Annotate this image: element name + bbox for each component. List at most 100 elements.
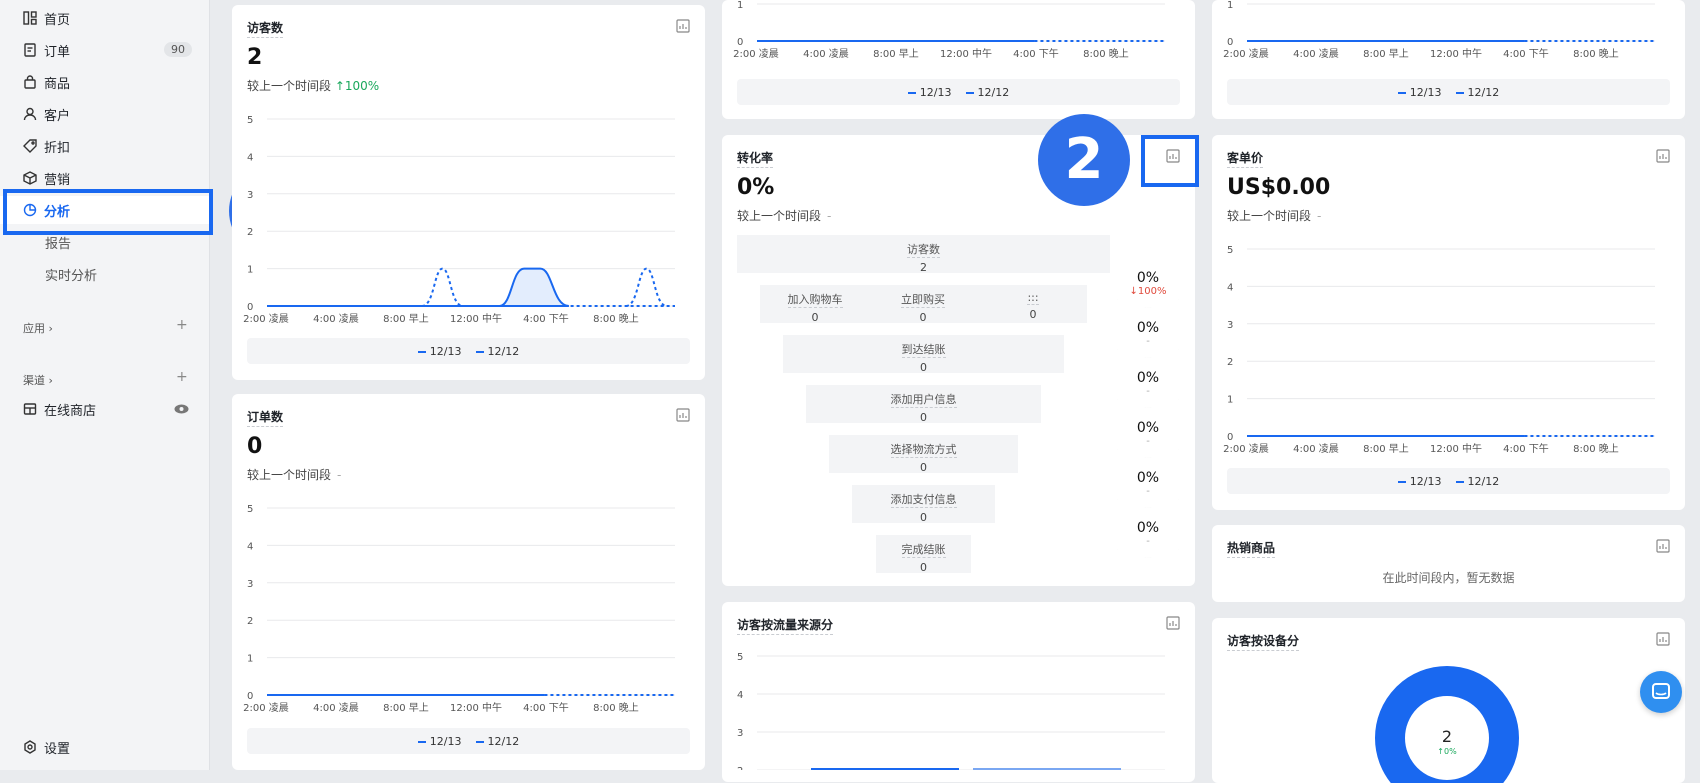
sidebar-item-realtime[interactable]: 实时分析 <box>0 260 210 288</box>
x-tick-label: 2:00 凌晨 <box>1223 47 1269 60</box>
legend-entry[interactable]: 12/12 <box>1456 475 1500 488</box>
x-tick-label: 2:00 凌晨 <box>733 47 779 60</box>
legend-entry[interactable]: 12/13 <box>908 86 952 99</box>
y-tick-label: 0 <box>247 302 253 313</box>
sidebar-item-online-store[interactable]: 在线商店 <box>0 395 210 423</box>
sidebar: 首页 订单 90 商品 客户 折扣 营销 分析 报告 实时分析 应用 › + 渠… <box>0 0 210 770</box>
y-tick-label: 5 <box>247 115 253 126</box>
visitors-card: 访客数 2 较上一个时间段 ↑100% 0 1 2 3 4 5 2:00 凌晨 4:00 凌晨… <box>232 5 705 380</box>
y-tick-label: 2 <box>737 766 743 770</box>
funnel-value: 0 <box>920 361 927 374</box>
x-tick-label: 4:00 下午 <box>523 312 569 325</box>
rate-value: 0% <box>1136 520 1160 536</box>
change-dash: - <box>827 209 832 223</box>
donut-center-change: ↑0% <box>1437 747 1457 756</box>
report-icon-highlight-box <box>1141 135 1199 187</box>
change-dash: - <box>1317 209 1322 223</box>
user-icon <box>23 107 37 121</box>
legend-entry[interactable]: 12/13 <box>418 735 462 748</box>
device-card: 访客按设备分 2 ↑0% <box>1212 618 1685 783</box>
rate-value: 0% <box>1136 470 1160 486</box>
funnel-label: 添加支付信息 <box>890 493 957 508</box>
y-tick-label: 3 <box>247 579 253 590</box>
hot-title: 热销商品 <box>1227 539 1276 558</box>
sidebar-item-settings[interactable]: 设置 <box>0 733 210 761</box>
x-tick-label: 4:00 凌晨 <box>1293 442 1339 455</box>
rate-value: 0% <box>1136 420 1160 436</box>
aov-compare: 较上一个时间段 - <box>1227 207 1321 224</box>
funnel-step-user-info[interactable]: 添加用户信息 0 <box>806 385 1041 424</box>
conversion-value: 0% <box>737 175 775 200</box>
chart-report-icon[interactable] <box>1166 616 1180 630</box>
chart-report-icon[interactable] <box>676 19 690 33</box>
top-right-chart: 0 1 2:00 凌晨 4:00 凌晨 8:00 早上 12:00 中午 4:00 下午 8:… <box>1223 0 1655 60</box>
funnel-value: 0 <box>1029 308 1037 321</box>
y-tick-label: 0 <box>247 691 253 702</box>
funnel-value: 0 <box>920 411 927 424</box>
sidebar-item-discounts[interactable]: 折扣 <box>0 132 210 160</box>
funnel-value: 0 <box>920 461 927 474</box>
funnel-step-reached-checkout[interactable]: 到达结账 0 <box>783 335 1064 374</box>
sidebar-item-orders[interactable]: 订单 90 <box>0 36 210 64</box>
y-tick-label: 5 <box>247 504 253 515</box>
legend-entry[interactable]: 12/13 <box>1398 86 1442 99</box>
chart-report-icon[interactable] <box>676 408 690 422</box>
y-tick-label: 1 <box>1227 395 1233 406</box>
chart-report-icon[interactable] <box>1656 149 1670 163</box>
sidebar-item-label: 实时分析 <box>45 269 98 284</box>
sidebar-item-home[interactable]: 首页 <box>0 4 210 32</box>
x-tick-label: 8:00 早上 <box>383 313 429 325</box>
funnel-step-completed[interactable]: 完成结账 0 <box>876 535 971 574</box>
sidebar-item-label: 首页 <box>44 13 71 28</box>
compare-label: 较上一个时间段 <box>1227 209 1312 223</box>
legend-entry[interactable]: 12/12 <box>476 345 520 358</box>
channels-section-label[interactable]: 渠道 › <box>23 372 53 388</box>
funnel-label: 完成结账 <box>901 543 946 558</box>
funnel-step-payment[interactable]: 添加支付信息 0 <box>852 485 995 524</box>
visitors-title: 访客数 <box>247 19 284 38</box>
eye-icon[interactable] <box>174 404 189 414</box>
legend-entry[interactable]: 12/13 <box>418 345 462 358</box>
series-peak-12-12 <box>421 267 464 307</box>
sidebar-item-products[interactable]: 商品 <box>0 68 210 96</box>
legend-entry[interactable]: 12/13 <box>1398 475 1442 488</box>
donut-center-value: 2 <box>1442 727 1452 746</box>
x-tick-label: 12:00 中午 <box>450 701 502 714</box>
add-app-button[interactable]: + <box>176 317 188 333</box>
traffic-title: 访客按流量来源分 <box>737 616 834 635</box>
x-tick-label: 4:00 下午 <box>523 701 569 714</box>
funnel-step-shipping[interactable]: 选择物流方式 0 <box>829 435 1018 474</box>
add-channel-button[interactable]: + <box>176 369 188 385</box>
change-dash: - <box>337 468 342 482</box>
x-tick-label: 4:00 凌晨 <box>1293 47 1339 60</box>
chat-icon <box>1652 683 1670 699</box>
legend-entry[interactable]: 12/12 <box>476 735 520 748</box>
y-tick-label: 0 <box>1227 432 1233 443</box>
series-area-12-13 <box>499 267 570 307</box>
y-tick-label: 4 <box>247 541 253 552</box>
funnel-step-buy-now[interactable]: 立即购买 0 <box>868 285 978 324</box>
sidebar-item-marketing[interactable]: 营销 <box>0 164 210 192</box>
hot-products-card: 热销商品 在此时间段内，暂无数据 <box>1212 525 1685 602</box>
funnel-label: 访客数 <box>907 243 940 258</box>
x-tick-label: 4:00 凌晨 <box>313 312 359 325</box>
analytics-highlight-box <box>3 189 213 235</box>
funnel-step-other[interactable]: ::: 0 <box>978 285 1088 323</box>
funnel-step-visitors[interactable]: 访客数 2 <box>737 235 1110 274</box>
orders-compare: 较上一个时间段 - <box>247 466 341 483</box>
funnel-step-add-to-cart[interactable]: 加入购物车 0 <box>760 285 870 324</box>
sidebar-item-customers[interactable]: 客户 <box>0 100 210 128</box>
traffic-source-card: 访客按流量来源分 5 4 3 2 <box>722 602 1195 782</box>
x-tick-label: 8:00 晚上 <box>1573 48 1619 60</box>
x-tick-label: 12:00 中午 <box>1430 442 1482 455</box>
chat-support-button[interactable] <box>1640 671 1682 713</box>
legend-entry[interactable]: 12/12 <box>1456 86 1500 99</box>
chart-report-icon[interactable] <box>1656 539 1670 553</box>
aov-chart: 0 1 2 3 4 5 2:00 凌晨 4:00 凌晨 8:00 早上 12:00 中午 4:00 … <box>1223 245 1655 455</box>
sidebar-item-label: 在线商店 <box>44 404 97 419</box>
conversion-rate-step: 0% - <box>1117 466 1179 508</box>
orders-card: 订单数 0 较上一个时间段 - 0 1 2 3 4 5 2:00 凌晨 4:00 凌晨 8:00 … <box>232 394 705 770</box>
apps-section-label[interactable]: 应用 › <box>23 320 53 336</box>
conversion-rate-step: 0% - <box>1117 416 1179 458</box>
legend-entry[interactable]: 12/12 <box>966 86 1010 99</box>
